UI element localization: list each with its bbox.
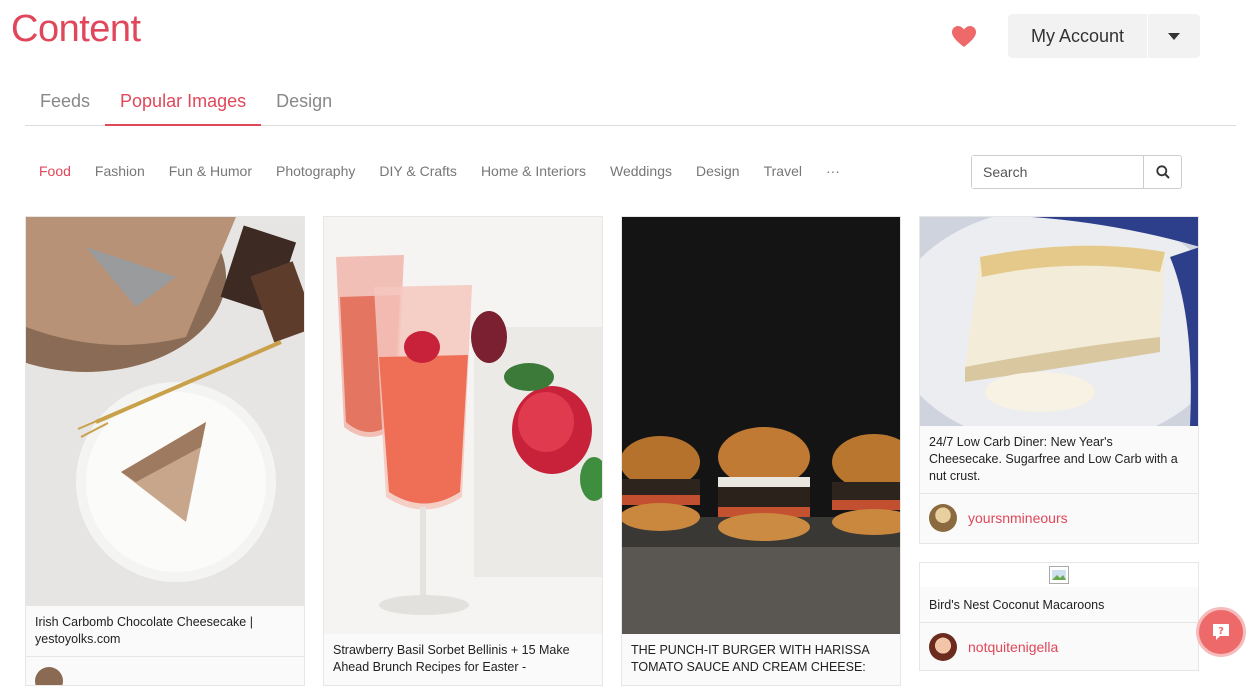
- category-travel[interactable]: Travel: [752, 160, 814, 182]
- category-diy-crafts[interactable]: DIY & Crafts: [367, 160, 469, 182]
- card-caption: Bird's Nest Coconut Macaroons: [920, 587, 1198, 622]
- card-image[interactable]: [920, 563, 1198, 587]
- card-image[interactable]: [920, 217, 1198, 426]
- image-card[interactable]: Bird's Nest Coconut Macaroons notquiteni…: [919, 562, 1199, 671]
- card-image[interactable]: [324, 217, 602, 634]
- category-nav: Food Fashion Fun & Humor Photography DIY…: [27, 160, 852, 182]
- category-photography[interactable]: Photography: [264, 160, 367, 182]
- username-link[interactable]: yoursnmineours: [968, 510, 1068, 526]
- card-image[interactable]: [622, 217, 900, 634]
- tab-design[interactable]: Design: [261, 80, 347, 126]
- avatar: [929, 504, 957, 532]
- card-caption: Strawberry Basil Sorbet Bellinis + 15 Ma…: [324, 634, 602, 684]
- search-box: [971, 155, 1182, 189]
- card-caption: Irish Carbomb Chocolate Cheesecake | yes…: [26, 606, 304, 656]
- category-weddings[interactable]: Weddings: [598, 160, 684, 182]
- account-menu: My Account: [1008, 14, 1200, 58]
- help-chat-icon: ?: [1211, 622, 1231, 642]
- category-design[interactable]: Design: [684, 160, 752, 182]
- app-title: Content: [11, 8, 141, 51]
- category-fun-humor[interactable]: Fun & Humor: [157, 160, 264, 182]
- help-chat-button[interactable]: ?: [1196, 607, 1246, 657]
- broken-image-icon: [1049, 566, 1069, 584]
- heart-icon[interactable]: [951, 25, 977, 49]
- image-card[interactable]: Strawberry Basil Sorbet Bellinis + 15 Ma…: [323, 216, 603, 686]
- card-image[interactable]: [26, 217, 304, 606]
- main-tabs: Feeds Popular Images Design: [25, 80, 1236, 126]
- image-card[interactable]: Irish Carbomb Chocolate Cheesecake | yes…: [25, 216, 305, 686]
- account-dropdown-button[interactable]: [1148, 14, 1200, 58]
- category-food[interactable]: Food: [27, 160, 83, 182]
- tab-feeds[interactable]: Feeds: [25, 80, 105, 126]
- image-card[interactable]: THE PUNCH-IT BURGER WITH HARISSA TOMATO …: [621, 216, 901, 686]
- tab-popular-images[interactable]: Popular Images: [105, 80, 261, 126]
- category-fashion[interactable]: Fashion: [83, 160, 157, 182]
- category-home-interiors[interactable]: Home & Interiors: [469, 160, 598, 182]
- card-user[interactable]: yoursnmineours: [920, 493, 1198, 541]
- category-more[interactable]: ···: [814, 160, 852, 182]
- username-link[interactable]: notquitenigella: [968, 639, 1058, 655]
- card-user: [26, 656, 304, 686]
- card-caption: 24/7 Low Carb Diner: New Year's Cheeseca…: [920, 426, 1198, 493]
- image-card[interactable]: 24/7 Low Carb Diner: New Year's Cheeseca…: [919, 216, 1199, 544]
- svg-text:?: ?: [1218, 626, 1224, 637]
- avatar: [35, 667, 63, 686]
- chevron-down-icon: [1168, 33, 1180, 40]
- card-user[interactable]: notquitenigella: [920, 622, 1198, 670]
- avatar: [929, 633, 957, 661]
- card-caption: THE PUNCH-IT BURGER WITH HARISSA TOMATO …: [622, 634, 900, 684]
- search-input[interactable]: [972, 156, 1143, 188]
- my-account-button[interactable]: My Account: [1008, 14, 1147, 58]
- search-icon: [1156, 165, 1170, 179]
- search-button[interactable]: [1143, 156, 1181, 188]
